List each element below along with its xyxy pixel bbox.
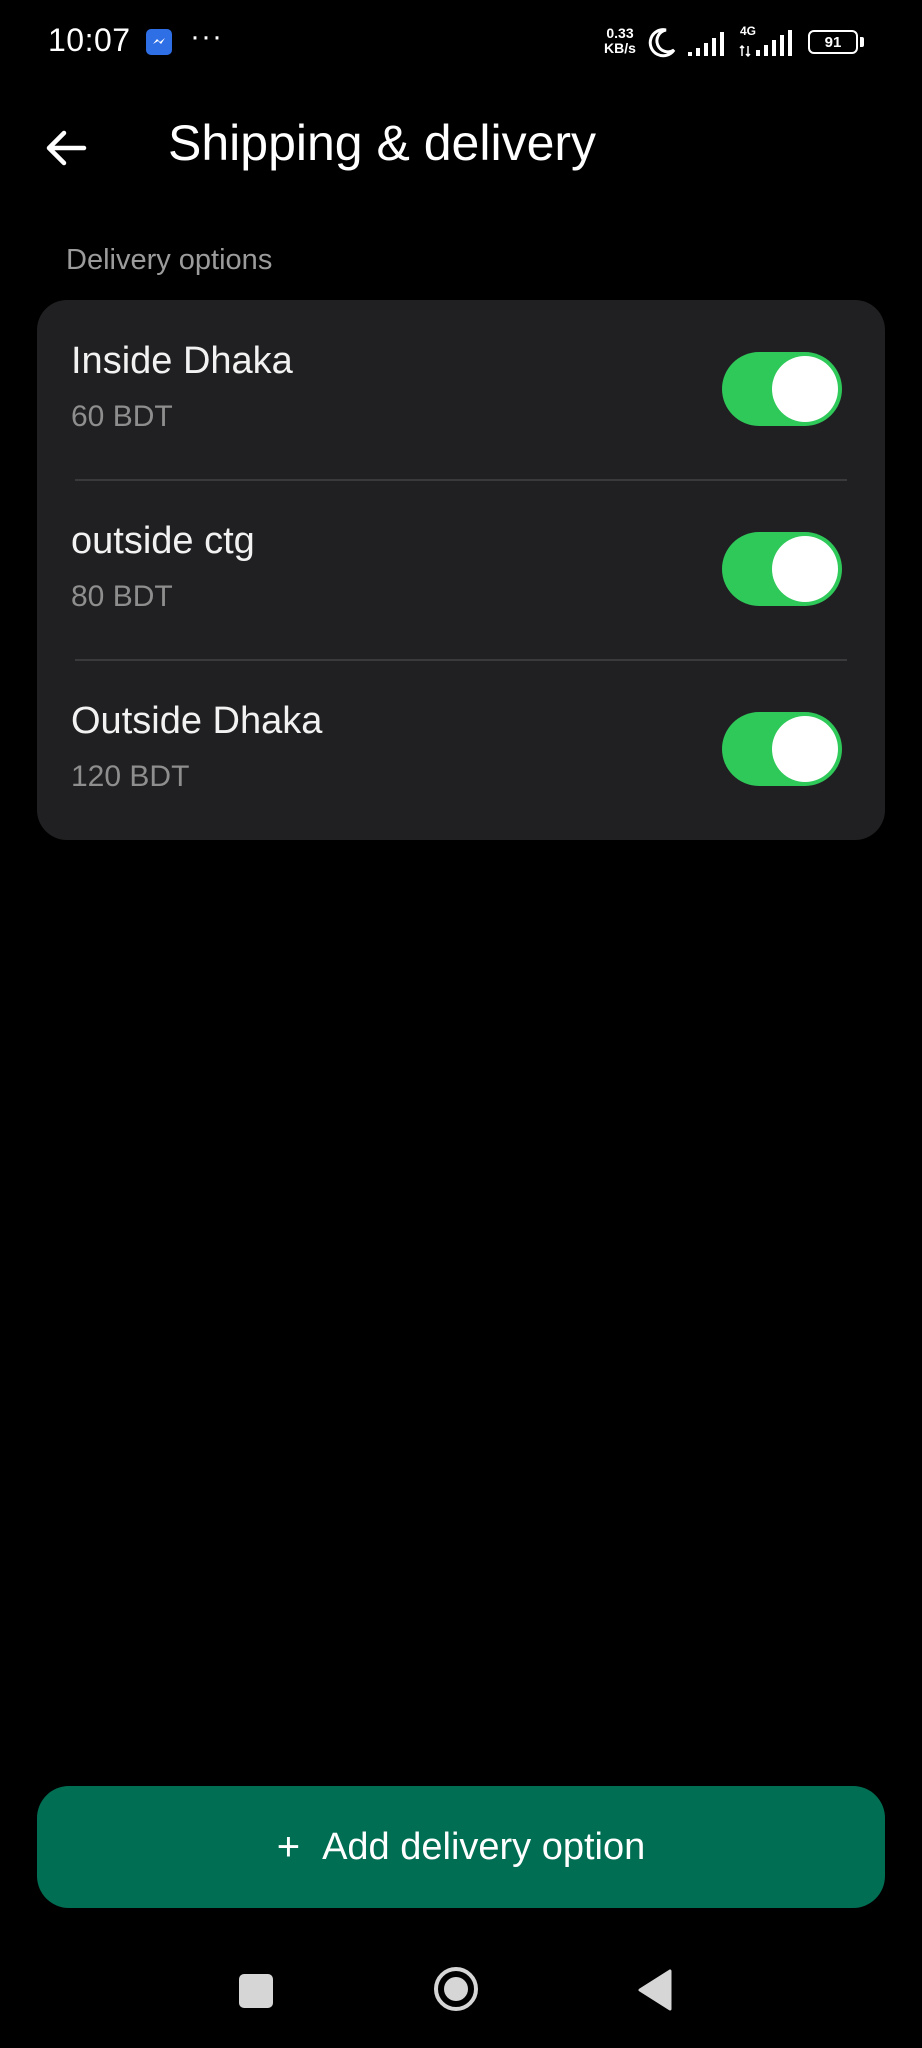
status-bar: 10:07 ··· 0.33 KB/s 4G 91 [0, 0, 922, 86]
status-time: 10:07 [48, 22, 131, 58]
signal-4g-icon [739, 30, 792, 58]
network-speed: 0.33 KB/s [600, 26, 640, 56]
delivery-option-toggle[interactable] [722, 352, 842, 426]
battery-level: 91 [824, 33, 842, 51]
back-button[interactable] [36, 118, 96, 178]
delivery-option-name: Outside Dhaka [71, 700, 323, 742]
delivery-option-row[interactable]: Outside Dhaka 120 BDT [37, 660, 885, 840]
circle-icon[interactable] [433, 1966, 479, 2012]
delivery-option-price: 60 BDT [71, 400, 173, 433]
delivery-option-price: 120 BDT [71, 760, 190, 793]
page-title: Shipping & delivery [168, 115, 597, 171]
plus-icon: + [276, 1825, 301, 1869]
system-nav-bar [0, 1950, 922, 2030]
battery-icon: 91 [808, 30, 858, 54]
delivery-option-toggle[interactable] [722, 532, 842, 606]
toggle-knob [772, 536, 838, 602]
add-delivery-option-label: Add delivery option [322, 1825, 646, 1868]
delivery-option-name: outside ctg [71, 520, 255, 562]
delivery-option-row[interactable]: Inside Dhaka 60 BDT [37, 300, 885, 480]
square-icon[interactable] [239, 1974, 273, 2008]
triangle-icon[interactable] [636, 1968, 674, 2012]
delivery-options-card: Inside Dhaka 60 BDT outside ctg 80 BDT O… [37, 300, 885, 840]
app-header: Shipping & delivery [0, 100, 922, 190]
moon-icon [648, 28, 676, 58]
more-notifications-icon: ··· [190, 20, 223, 53]
network-speed-unit: KB/s [604, 40, 636, 56]
delivery-option-price: 80 BDT [71, 580, 173, 613]
delivery-option-row[interactable]: outside ctg 80 BDT [37, 480, 885, 660]
toggle-knob [772, 356, 838, 422]
delivery-option-name: Inside Dhaka [71, 340, 293, 382]
toggle-knob [772, 716, 838, 782]
delivery-option-toggle[interactable] [722, 712, 842, 786]
arrow-left-icon [46, 130, 87, 166]
messenger-icon [146, 29, 172, 55]
add-delivery-option-button[interactable]: + Add delivery option [37, 1786, 885, 1908]
network-speed-value: 0.33 [606, 25, 634, 41]
section-label-delivery-options: Delivery options [66, 244, 273, 276]
signal-icon [688, 32, 724, 56]
battery-tip [860, 37, 864, 47]
